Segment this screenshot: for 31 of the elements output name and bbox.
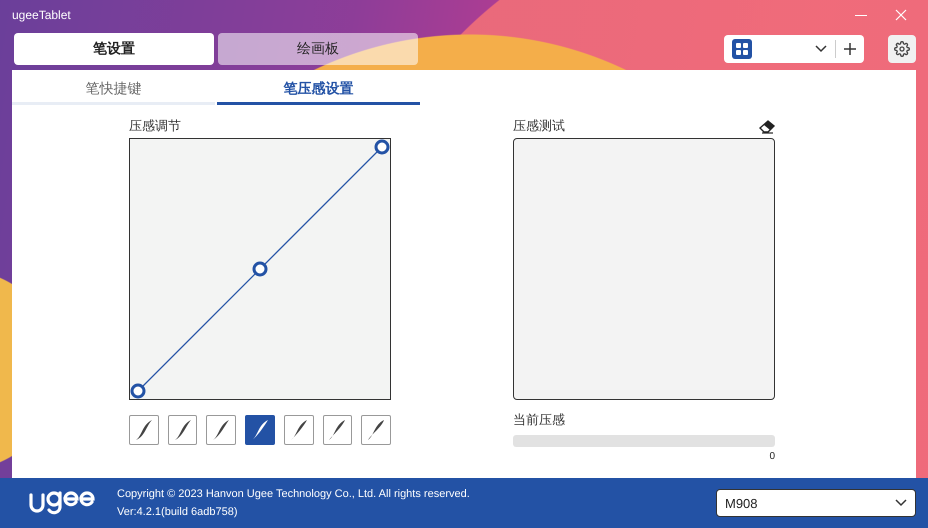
settings-button[interactable] (888, 35, 916, 63)
eraser-icon[interactable] (759, 120, 775, 134)
copyright-text: Copyright © 2023 Hanvon Ugee Technology Co., Ltd. All rights reserved. (117, 488, 471, 500)
pressure-curve-editor[interactable] (129, 138, 391, 400)
chevron-down-icon (815, 45, 827, 53)
pressure-reading: 0 (769, 451, 775, 462)
main-tab[interactable]: 笔设置 (14, 33, 214, 65)
curve-icon (366, 419, 386, 441)
curve-preset-button[interactable] (245, 415, 275, 445)
curve-preset-button[interactable] (129, 415, 159, 445)
window-title: ugeeTablet (12, 8, 72, 22)
profile-selector[interactable] (724, 35, 864, 63)
close-icon (895, 9, 907, 21)
section-label: 压感调节 (129, 117, 182, 135)
chevron-down-icon (895, 499, 907, 507)
settings-icon (894, 41, 910, 57)
device-select[interactable]: M908 (716, 489, 916, 517)
curve-preset-button[interactable] (206, 415, 236, 445)
app-grid-icon (732, 39, 752, 59)
minimize-icon (855, 14, 867, 16)
curve-icon (288, 419, 309, 441)
curve-preset-button[interactable] (361, 415, 392, 445)
curve-icon (327, 419, 348, 441)
section-label: 压感测试 (513, 117, 565, 135)
add-icon[interactable] (844, 43, 856, 55)
curve-preset-button[interactable] (168, 415, 198, 445)
curve-preset-button[interactable] (284, 415, 314, 445)
version-text: Ver:4.2.1(build 6adb758) (117, 506, 238, 518)
main-tab[interactable]: 绘画板 (218, 33, 418, 65)
current-pressure-label: 当前压感 (513, 411, 566, 429)
curve-preset-button[interactable] (322, 415, 352, 445)
